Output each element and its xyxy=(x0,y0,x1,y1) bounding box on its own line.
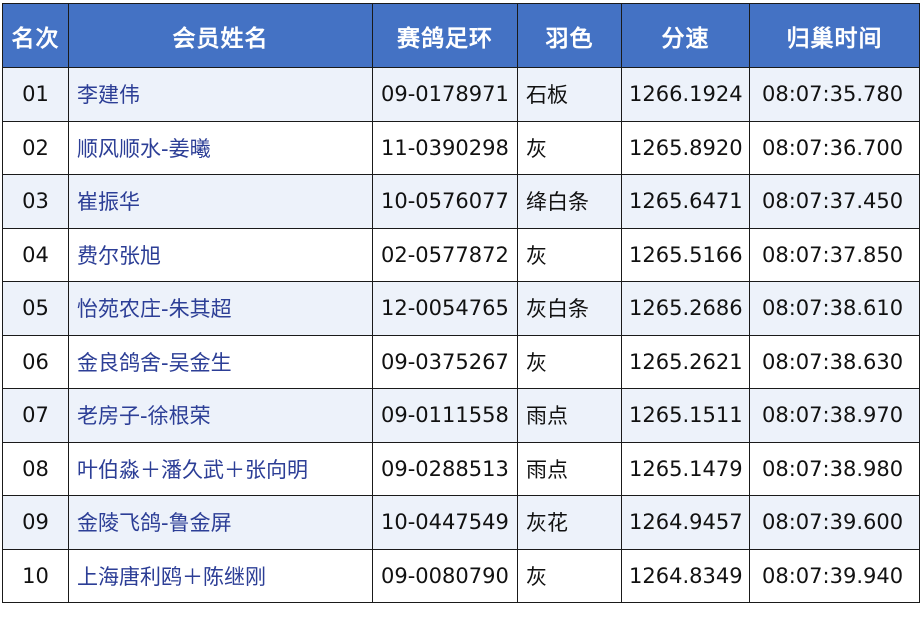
table-row: 03 崔振华 10-0576077 绛白条 1265.6471 08:07:37.450 xyxy=(2,174,920,229)
table-row: 09 金陵飞鸽-鲁金屏 10-0447549 灰花 1264.9457 08:07:39.… xyxy=(2,495,920,550)
cell-arrival-time: 08:07:37.450 xyxy=(749,174,920,229)
cell-arrival-time: 08:07:38.610 xyxy=(749,281,920,336)
cell-speed: 1265.1479 xyxy=(621,441,750,496)
cell-member-name: 老房子-徐根荣 xyxy=(68,388,373,443)
cell-ring-number: 09-0178971 xyxy=(372,67,518,122)
cell-arrival-time: 08:07:39.940 xyxy=(749,548,920,603)
cell-ring-number: 09-0288513 xyxy=(372,441,518,496)
cell-speed: 1265.5166 xyxy=(621,227,750,282)
cell-member-name: 怡苑农庄-朱其超 xyxy=(68,281,373,336)
race-results-table: 名次 会员姓名 赛鸽足环 羽色 分速 归巢时间 01 李建伟 09-0178971 石… xyxy=(2,3,920,603)
cell-feather-color: 灰 xyxy=(517,334,622,389)
cell-rank: 02 xyxy=(2,120,69,175)
table-row: 08 叶伯淼＋潘久武＋张向明 09-0288513 雨点 1265.1479 08:07:… xyxy=(2,441,920,496)
cell-speed: 1266.1924 xyxy=(621,67,750,122)
cell-rank: 04 xyxy=(2,227,69,282)
cell-feather-color: 雨点 xyxy=(517,441,622,496)
table-row: 10 上海唐利鸥＋陈继刚 09-0080790 灰 1264.8349 08:07:39.… xyxy=(2,548,920,603)
cell-ring-number: 09-0111558 xyxy=(372,388,518,443)
cell-ring-number: 02-0577872 xyxy=(372,227,518,282)
cell-feather-color: 灰 xyxy=(517,227,622,282)
cell-ring-number: 10-0576077 xyxy=(372,174,518,229)
table-row: 02 顺风顺水-姜曦 11-0390298 灰 1265.8920 08:07:36.70… xyxy=(2,120,920,175)
cell-member-name: 李建伟 xyxy=(68,67,373,122)
cell-rank: 03 xyxy=(2,174,69,229)
cell-arrival-time: 08:07:39.600 xyxy=(749,495,920,550)
cell-feather-color: 绛白条 xyxy=(517,174,622,229)
table-row: 06 金良鸽舍-吴金生 09-0375267 灰 1265.2621 08:07:38.6… xyxy=(2,334,920,389)
cell-ring-number: 10-0447549 xyxy=(372,495,518,550)
cell-speed: 1264.8349 xyxy=(621,548,750,603)
table-row: 07 老房子-徐根荣 09-0111558 雨点 1265.1511 08:07:38.9… xyxy=(2,388,920,443)
cell-arrival-time: 08:07:37.850 xyxy=(749,227,920,282)
cell-feather-color: 灰 xyxy=(517,548,622,603)
cell-speed: 1265.2621 xyxy=(621,334,750,389)
table-row: 05 怡苑农庄-朱其超 12-0054765 灰白条 1265.2686 08:07:38… xyxy=(2,281,920,336)
cell-speed: 1265.8920 xyxy=(621,120,750,175)
cell-speed: 1265.6471 xyxy=(621,174,750,229)
cell-ring-number: 11-0390298 xyxy=(372,120,518,175)
table-header: 名次 会员姓名 赛鸽足环 羽色 分速 归巢时间 xyxy=(2,3,920,68)
cell-member-name: 顺风顺水-姜曦 xyxy=(68,120,373,175)
cell-ring-number: 09-0080790 xyxy=(372,548,518,603)
cell-rank: 05 xyxy=(2,281,69,336)
cell-member-name: 上海唐利鸥＋陈继刚 xyxy=(68,548,373,603)
cell-speed: 1265.1511 xyxy=(621,388,750,443)
cell-member-name: 叶伯淼＋潘久武＋张向明 xyxy=(68,441,373,496)
cell-speed: 1264.9457 xyxy=(621,495,750,550)
cell-rank: 07 xyxy=(2,388,69,443)
cell-feather-color: 灰 xyxy=(517,120,622,175)
cell-feather-color: 雨点 xyxy=(517,388,622,443)
cell-rank: 08 xyxy=(2,441,69,496)
header-speed: 分速 xyxy=(621,3,750,68)
header-arrival-time: 归巢时间 xyxy=(749,3,920,68)
cell-member-name: 金良鸽舍-吴金生 xyxy=(68,334,373,389)
cell-rank: 09 xyxy=(2,495,69,550)
cell-arrival-time: 08:07:36.700 xyxy=(749,120,920,175)
cell-ring-number: 09-0375267 xyxy=(372,334,518,389)
table-body: 01 李建伟 09-0178971 石板 1266.1924 08:07:35.780 02… xyxy=(2,67,920,603)
cell-rank: 10 xyxy=(2,548,69,603)
header-member-name: 会员姓名 xyxy=(68,3,373,68)
cell-arrival-time: 08:07:35.780 xyxy=(749,67,920,122)
cell-arrival-time: 08:07:38.970 xyxy=(749,388,920,443)
cell-feather-color: 灰花 xyxy=(517,495,622,550)
cell-arrival-time: 08:07:38.630 xyxy=(749,334,920,389)
table-row: 01 李建伟 09-0178971 石板 1266.1924 08:07:35.780 xyxy=(2,67,920,122)
header-ring-number: 赛鸽足环 xyxy=(372,3,518,68)
table-row: 04 费尔张旭 02-0577872 灰 1265.5166 08:07:37.850 xyxy=(2,227,920,282)
header-row: 名次 会员姓名 赛鸽足环 羽色 分速 归巢时间 xyxy=(2,3,920,68)
cell-arrival-time: 08:07:38.980 xyxy=(749,441,920,496)
cell-ring-number: 12-0054765 xyxy=(372,281,518,336)
cell-member-name: 崔振华 xyxy=(68,174,373,229)
header-rank: 名次 xyxy=(2,3,69,68)
header-feather-color: 羽色 xyxy=(517,3,622,68)
cell-member-name: 金陵飞鸽-鲁金屏 xyxy=(68,495,373,550)
cell-feather-color: 灰白条 xyxy=(517,281,622,336)
cell-speed: 1265.2686 xyxy=(621,281,750,336)
cell-rank: 06 xyxy=(2,334,69,389)
cell-rank: 01 xyxy=(2,67,69,122)
cell-feather-color: 石板 xyxy=(517,67,622,122)
cell-member-name: 费尔张旭 xyxy=(68,227,373,282)
